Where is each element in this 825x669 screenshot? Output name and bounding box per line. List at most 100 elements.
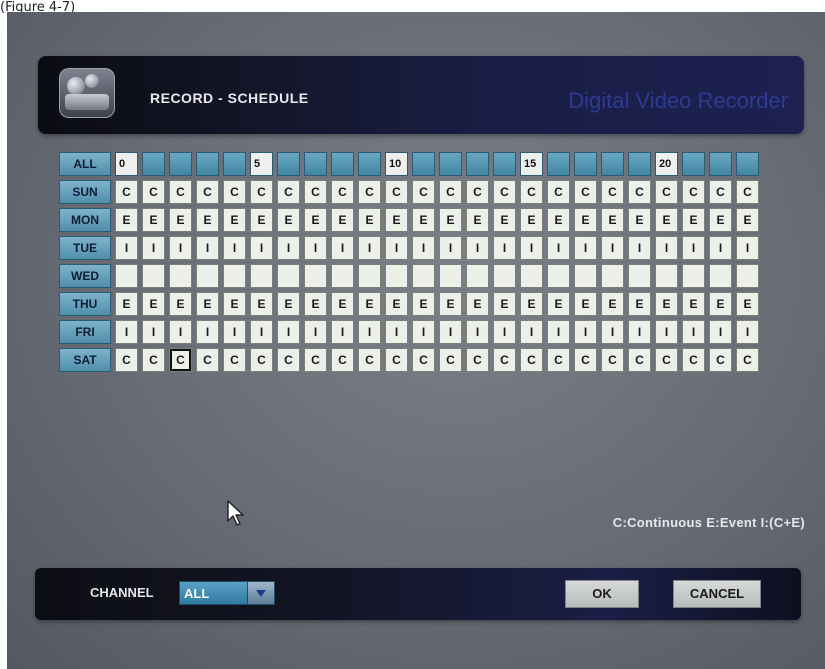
hour-header-20[interactable]: 20: [655, 152, 678, 176]
schedule-cell[interactable]: I: [412, 236, 435, 260]
schedule-cell[interactable]: [277, 264, 300, 288]
schedule-cell[interactable]: I: [493, 236, 516, 260]
schedule-cell[interactable]: I: [196, 236, 219, 260]
schedule-cell[interactable]: E: [331, 208, 354, 232]
schedule-cell[interactable]: C: [493, 180, 516, 204]
schedule-cell[interactable]: I: [169, 236, 192, 260]
hour-header-2[interactable]: [169, 152, 192, 176]
schedule-cell[interactable]: C: [277, 180, 300, 204]
schedule-cell[interactable]: [547, 264, 570, 288]
schedule-cell[interactable]: E: [196, 292, 219, 316]
hour-header-11[interactable]: [412, 152, 435, 176]
schedule-cell[interactable]: C: [304, 180, 327, 204]
schedule-cell[interactable]: I: [169, 320, 192, 344]
channel-select[interactable]: ALL: [179, 581, 275, 605]
schedule-cell[interactable]: [466, 264, 489, 288]
schedule-cell[interactable]: E: [709, 292, 732, 316]
schedule-cell[interactable]: I: [115, 236, 138, 260]
schedule-cell[interactable]: I: [520, 320, 543, 344]
schedule-cell[interactable]: I: [304, 236, 327, 260]
schedule-cell[interactable]: I: [142, 320, 165, 344]
schedule-cell[interactable]: [574, 264, 597, 288]
schedule-cell[interactable]: [196, 264, 219, 288]
schedule-cell[interactable]: C: [196, 180, 219, 204]
schedule-cell[interactable]: I: [142, 236, 165, 260]
schedule-cell[interactable]: [304, 264, 327, 288]
schedule-cell[interactable]: E: [547, 292, 570, 316]
schedule-cell[interactable]: C: [331, 348, 354, 372]
schedule-cell[interactable]: [142, 264, 165, 288]
schedule-cell[interactable]: C: [709, 180, 732, 204]
schedule-cell[interactable]: C: [223, 180, 246, 204]
schedule-cell[interactable]: C: [628, 348, 651, 372]
day-label-sat[interactable]: SAT: [59, 348, 111, 372]
hour-header-18[interactable]: [601, 152, 624, 176]
day-label-sun[interactable]: SUN: [59, 180, 111, 204]
schedule-cell[interactable]: I: [115, 320, 138, 344]
schedule-cell[interactable]: E: [736, 292, 759, 316]
schedule-cell[interactable]: I: [250, 320, 273, 344]
schedule-cell[interactable]: I: [655, 236, 678, 260]
schedule-cell[interactable]: E: [736, 208, 759, 232]
schedule-cell[interactable]: I: [628, 320, 651, 344]
schedule-cell[interactable]: C: [709, 348, 732, 372]
schedule-cell[interactable]: I: [574, 320, 597, 344]
schedule-cell[interactable]: C: [142, 180, 165, 204]
schedule-cell[interactable]: C: [439, 180, 462, 204]
ok-button[interactable]: OK: [565, 580, 639, 608]
schedule-cell[interactable]: C: [169, 348, 192, 372]
day-label-mon[interactable]: MON: [59, 208, 111, 232]
schedule-cell[interactable]: I: [277, 236, 300, 260]
schedule-cell[interactable]: I: [385, 320, 408, 344]
schedule-cell[interactable]: I: [196, 320, 219, 344]
schedule-cell[interactable]: [331, 264, 354, 288]
schedule-cell[interactable]: C: [493, 348, 516, 372]
schedule-cell[interactable]: I: [250, 236, 273, 260]
schedule-cell[interactable]: E: [574, 292, 597, 316]
schedule-cell[interactable]: C: [655, 348, 678, 372]
hour-header-14[interactable]: [493, 152, 516, 176]
all-days-button[interactable]: ALL: [59, 152, 111, 176]
hour-header-16[interactable]: [547, 152, 570, 176]
schedule-cell[interactable]: E: [466, 292, 489, 316]
hour-header-3[interactable]: [196, 152, 219, 176]
schedule-cell[interactable]: C: [385, 348, 408, 372]
schedule-cell[interactable]: [250, 264, 273, 288]
schedule-cell[interactable]: I: [358, 236, 381, 260]
schedule-cell[interactable]: [682, 264, 705, 288]
schedule-cell[interactable]: E: [304, 292, 327, 316]
hour-header-5[interactable]: 5: [250, 152, 273, 176]
hour-header-8[interactable]: [331, 152, 354, 176]
schedule-cell[interactable]: I: [331, 320, 354, 344]
schedule-cell[interactable]: E: [709, 208, 732, 232]
schedule-cell[interactable]: I: [709, 236, 732, 260]
schedule-cell[interactable]: E: [682, 292, 705, 316]
schedule-cell[interactable]: C: [277, 348, 300, 372]
schedule-cell[interactable]: I: [277, 320, 300, 344]
schedule-cell[interactable]: E: [493, 208, 516, 232]
day-label-fri[interactable]: FRI: [59, 320, 111, 344]
schedule-cell[interactable]: I: [736, 320, 759, 344]
hour-header-19[interactable]: [628, 152, 651, 176]
schedule-cell[interactable]: C: [196, 348, 219, 372]
schedule-cell[interactable]: I: [520, 236, 543, 260]
schedule-cell[interactable]: C: [655, 180, 678, 204]
schedule-cell[interactable]: C: [736, 348, 759, 372]
schedule-cell[interactable]: I: [601, 320, 624, 344]
schedule-cell[interactable]: E: [493, 292, 516, 316]
schedule-cell[interactable]: E: [250, 292, 273, 316]
schedule-cell[interactable]: E: [601, 208, 624, 232]
schedule-cell[interactable]: E: [385, 292, 408, 316]
schedule-cell[interactable]: E: [601, 292, 624, 316]
schedule-cell[interactable]: C: [169, 180, 192, 204]
schedule-cell[interactable]: C: [574, 180, 597, 204]
schedule-cell[interactable]: E: [169, 208, 192, 232]
schedule-cell[interactable]: C: [736, 180, 759, 204]
hour-header-0[interactable]: 0: [115, 152, 138, 176]
schedule-cell[interactable]: C: [115, 180, 138, 204]
schedule-cell[interactable]: [520, 264, 543, 288]
schedule-cell[interactable]: C: [250, 348, 273, 372]
schedule-cell[interactable]: C: [682, 180, 705, 204]
schedule-cell[interactable]: C: [331, 180, 354, 204]
schedule-cell[interactable]: C: [547, 180, 570, 204]
